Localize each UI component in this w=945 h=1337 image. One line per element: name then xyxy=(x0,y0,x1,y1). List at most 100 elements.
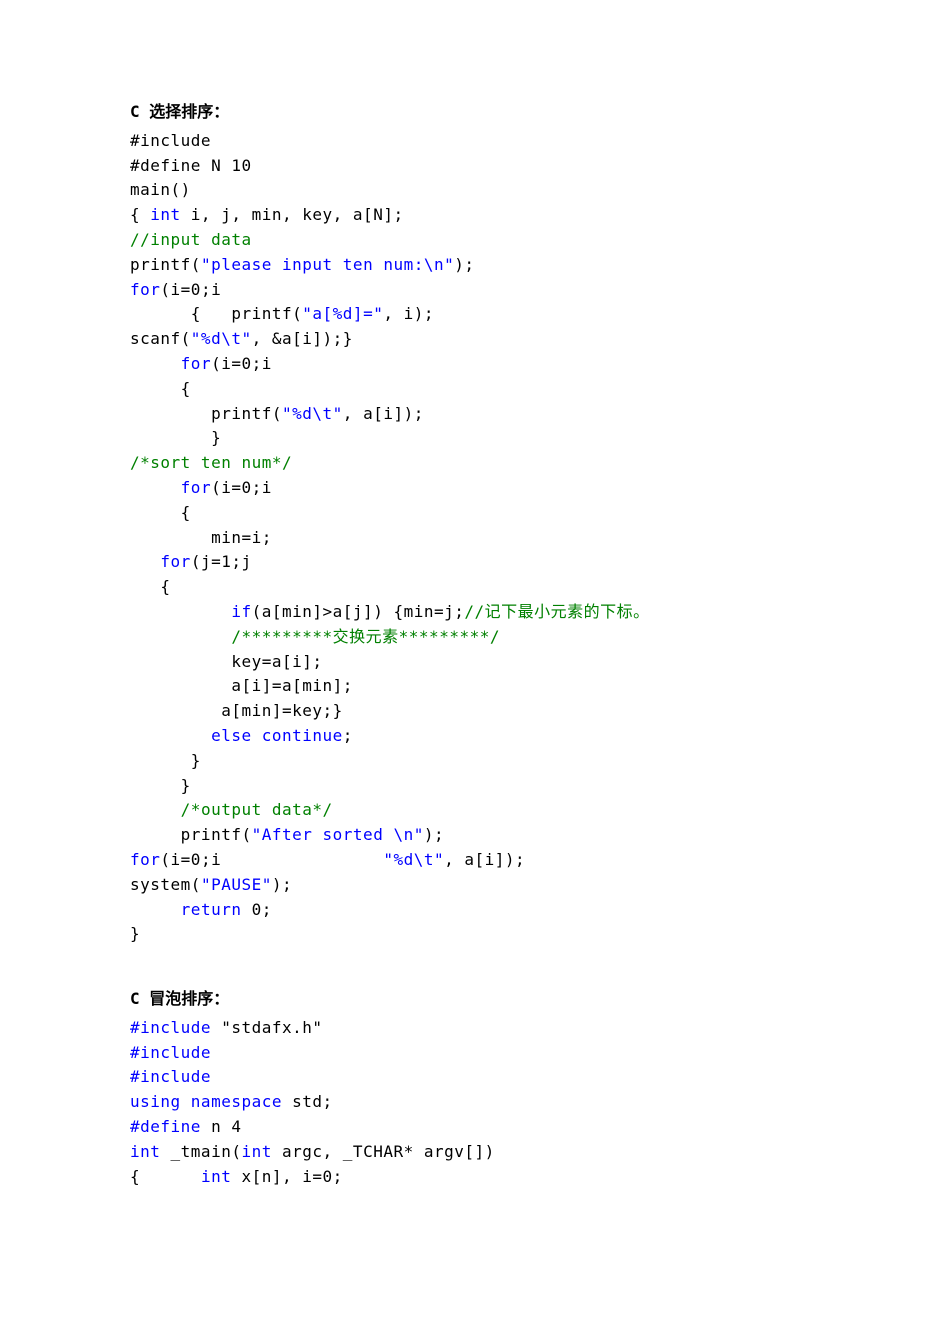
code-line: //input data xyxy=(130,228,825,253)
code-token: for xyxy=(130,280,160,299)
code-token: , i); xyxy=(383,304,434,323)
code-token: ); xyxy=(424,825,444,844)
document-page: C 选择排序： #include #define N 10 main() { int … xyxy=(0,0,945,1337)
code-token: "a[%d]=" xyxy=(302,304,383,323)
code-token: } xyxy=(130,776,191,795)
code-token: #include xyxy=(130,1043,211,1062)
code-line: else continue; xyxy=(130,724,825,749)
section-gap xyxy=(130,947,825,987)
code-line: } xyxy=(130,749,825,774)
section1-code: #include #define N 10 main() { int i, j, mi… xyxy=(130,129,825,947)
code-line: using namespace std; xyxy=(130,1090,825,1115)
code-line: } xyxy=(130,922,825,947)
code-token: scanf( xyxy=(130,329,191,348)
code-token: #define xyxy=(130,1117,211,1136)
code-token: else continue xyxy=(211,726,343,745)
code-token: } xyxy=(130,751,201,770)
code-token: { xyxy=(130,577,171,596)
code-token: "stdafx.h" xyxy=(221,1018,322,1037)
code-line: { xyxy=(130,575,825,600)
code-token: "%d\t" xyxy=(383,850,444,869)
code-token: { xyxy=(130,205,150,224)
code-line: /*********交换元素*********/ xyxy=(130,625,825,650)
code-token: { xyxy=(130,1167,201,1186)
code-line: { printf("a[%d]=", i); xyxy=(130,302,825,327)
code-line: #include "stdafx.h" xyxy=(130,1016,825,1041)
code-token: (a[min]>a[j]) {min=j; xyxy=(252,602,465,621)
code-token xyxy=(130,726,211,745)
code-token: (i=0;i xyxy=(211,478,272,497)
section1-title: C 选择排序： xyxy=(130,100,825,125)
code-token: , a[i]); xyxy=(343,404,424,423)
code-token: for xyxy=(160,552,190,571)
code-token: /*sort ten num*/ xyxy=(130,453,292,472)
code-line: for(j=1;j xyxy=(130,550,825,575)
code-token: (j=1;j xyxy=(191,552,252,571)
code-line: } xyxy=(130,774,825,799)
section2-title: C 冒泡排序： xyxy=(130,987,825,1012)
code-line: printf("please input ten num:\n"); xyxy=(130,253,825,278)
code-line: { xyxy=(130,501,825,526)
code-token: _tmain( xyxy=(171,1142,242,1161)
code-line: /*output data*/ xyxy=(130,798,825,823)
code-token: for xyxy=(130,850,160,869)
code-token: a[min]=key;} xyxy=(130,701,343,720)
code-token xyxy=(130,627,231,646)
code-token: (i=0;i xyxy=(160,280,221,299)
code-token: "%d\t" xyxy=(282,404,343,423)
code-token: ); xyxy=(454,255,474,274)
code-token: if xyxy=(231,602,251,621)
code-token: n 4 xyxy=(211,1117,241,1136)
code-line: /*sort ten num*/ xyxy=(130,451,825,476)
code-line: #define N 10 xyxy=(130,154,825,179)
code-line: } xyxy=(130,426,825,451)
code-token: for xyxy=(181,478,211,497)
code-line: min=i; xyxy=(130,526,825,551)
code-line: a[min]=key;} xyxy=(130,699,825,724)
code-token: main() xyxy=(130,180,191,199)
code-token: system( xyxy=(130,875,201,894)
code-token: i, j, min, key, a[N]; xyxy=(191,205,404,224)
code-token: min=i; xyxy=(130,528,272,547)
code-line: #include xyxy=(130,129,825,154)
section2-code: #include "stdafx.h"#include#includeusing… xyxy=(130,1016,825,1190)
code-token: { xyxy=(130,503,191,522)
code-line: for(i=0;i xyxy=(130,476,825,501)
code-token xyxy=(130,552,160,571)
code-line: a[i]=a[min]; xyxy=(130,674,825,699)
code-token xyxy=(130,900,181,919)
code-token: argc, _TCHAR* argv[]) xyxy=(282,1142,495,1161)
code-token: printf( xyxy=(130,255,201,274)
code-line: { xyxy=(130,377,825,402)
code-token: int xyxy=(241,1142,282,1161)
code-line: #include xyxy=(130,1065,825,1090)
code-token: } xyxy=(130,428,221,447)
code-token: "please input ten num:\n" xyxy=(201,255,454,274)
code-token: return xyxy=(181,900,252,919)
code-token: ; xyxy=(343,726,353,745)
code-token xyxy=(130,354,181,373)
code-token: "After sorted \n" xyxy=(252,825,424,844)
code-token: 0; xyxy=(252,900,272,919)
code-line: printf("%d\t", a[i]); xyxy=(130,402,825,427)
code-token: #include xyxy=(130,1067,211,1086)
code-token: #define N 10 xyxy=(130,156,252,175)
code-line: #include xyxy=(130,1041,825,1066)
code-token: key=a[i]; xyxy=(130,652,323,671)
code-line: system("PAUSE"); xyxy=(130,873,825,898)
code-token: #include xyxy=(130,1018,221,1037)
code-line: { int i, j, min, key, a[N]; xyxy=(130,203,825,228)
code-line: printf("After sorted \n"); xyxy=(130,823,825,848)
code-token: using namespace xyxy=(130,1092,292,1111)
code-line: { int x[n], i=0; xyxy=(130,1165,825,1190)
code-token: /*********交换元素*********/ xyxy=(231,627,500,646)
code-token: int xyxy=(201,1167,242,1186)
code-token: /*output data*/ xyxy=(181,800,333,819)
code-token: //记下最小元素的下标。 xyxy=(464,602,649,621)
code-token: } xyxy=(130,924,140,943)
code-token xyxy=(130,800,181,819)
code-token: { xyxy=(130,379,191,398)
code-token: a[i]=a[min]; xyxy=(130,676,353,695)
code-token: , &a[i]);} xyxy=(252,329,353,348)
code-token: , a[i]); xyxy=(444,850,525,869)
